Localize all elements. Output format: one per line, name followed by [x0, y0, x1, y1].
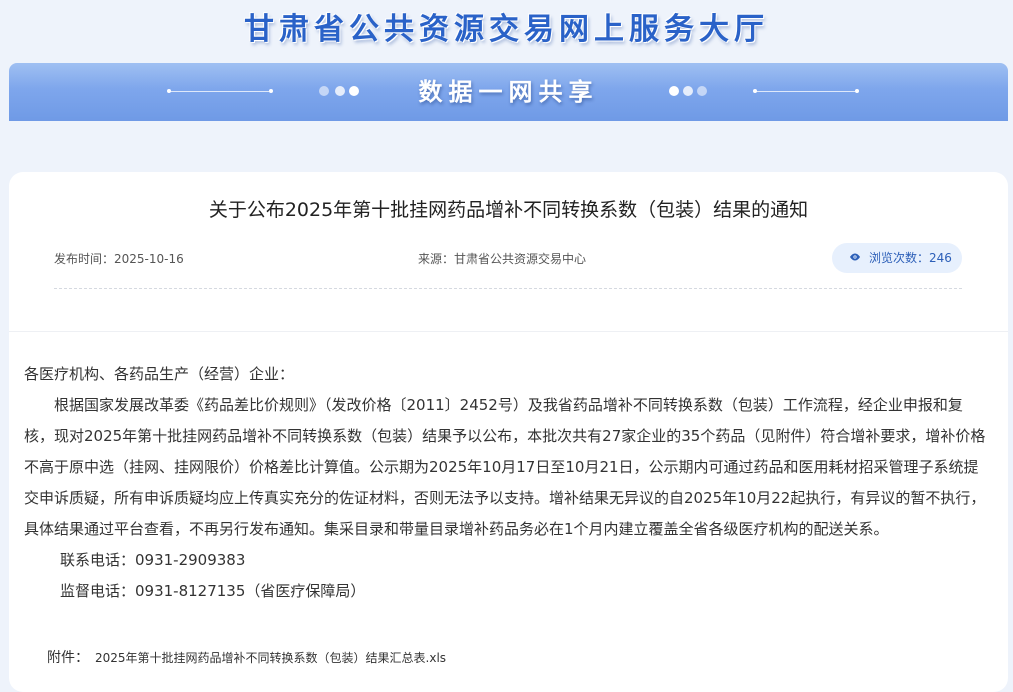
site-title: 甘肃省公共资源交易网上服务大厅 [244, 12, 769, 47]
publish-time: 发布时间：2025-10-16 [54, 252, 184, 266]
view-count: 浏览次数：246 [869, 251, 952, 265]
dashed-divider [54, 288, 962, 289]
attachment: 附件： 2025年第十批挂网药品增补不同转换系数（包装）结果汇总表.xls [47, 648, 446, 668]
attachment-link[interactable]: 2025年第十批挂网药品增补不同转换系数（包装）结果汇总表.xls [95, 651, 446, 665]
article-title: 关于公布2025年第十批挂网药品增补不同转换系数（包装）结果的通知 [208, 199, 809, 221]
article-card: 关于公布2025年第十批挂网药品增补不同转换系数（包装）结果的通知 发布时间：2… [9, 172, 1008, 692]
attachment-label: 附件： [47, 650, 89, 666]
article-body: 各医疗机构、各药品生产（经营）企业： 根据国家发展改革委《药品差比价规则》（发改… [24, 359, 992, 607]
eye-icon [850, 253, 860, 261]
section-divider [9, 331, 1008, 332]
banner-decoration-right [669, 86, 869, 96]
banner: 数据一网共享 [9, 63, 1008, 121]
supervise-phone: 监督电话：0931-8127135（省医疗保障局） [60, 582, 366, 600]
contact-phone: 联系电话：0931-2909383 [60, 551, 246, 569]
article-paragraph: 根据国家发展改革委《药品差比价规则》（发改价格〔2011〕2452号）及我省药品… [24, 396, 986, 538]
salutation: 各医疗机构、各药品生产（经营）企业： [24, 365, 295, 383]
article-source: 来源：甘肃省公共资源交易中心 [418, 252, 587, 266]
view-count-badge: 浏览次数：246 [832, 243, 962, 273]
